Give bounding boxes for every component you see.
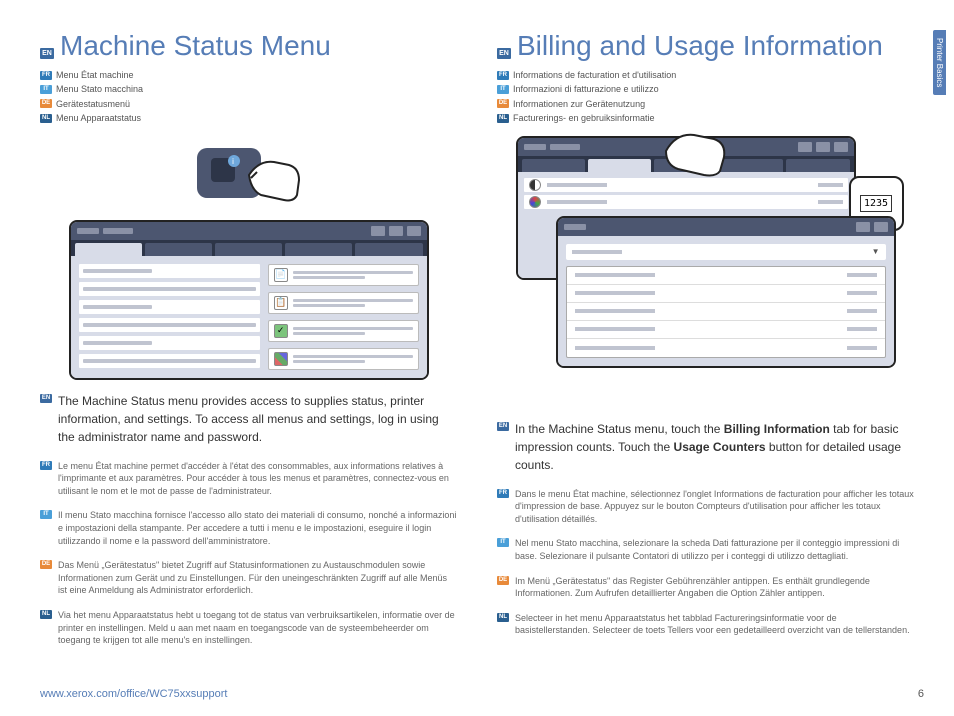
right-subtitles: FRInformations de facturation et d'utili… (497, 68, 914, 126)
left-title: EN Machine Status Menu (40, 30, 457, 62)
color-grid-icon (274, 352, 288, 366)
right-trans-fr: Dans le menu État machine, sélectionnez … (515, 488, 914, 526)
hand-pressing-icon: i (189, 140, 309, 210)
list-icon: 📋 (274, 296, 288, 310)
svg-text:i: i (232, 157, 234, 166)
left-trans-it: Il menu Stato macchina fornisce l'access… (58, 509, 457, 547)
machine-status-screen-mock: 📄 📋 ✓ (69, 220, 429, 380)
right-trans-it: Nel menu Stato macchina, selezionare la … (515, 537, 914, 562)
right-trans-nl: Selecteer in het menu Apparaatstatus het… (515, 612, 914, 637)
paper-icon: 📄 (274, 268, 288, 282)
lang-tag-en: EN (40, 48, 54, 59)
usage-counters-label: Usage Counters (674, 440, 766, 454)
lang-tag-de: DE (40, 99, 52, 108)
left-trans-fr: Le menu État machine permet d'accéder à … (58, 460, 457, 498)
left-trans-nl: Via het menu Apparaatstatus hebt u toega… (58, 609, 457, 647)
right-body-en: EN In the Machine Status menu, touch the… (497, 420, 914, 474)
page-number: 6 (918, 688, 924, 700)
section-tab: Printer Basics (933, 30, 946, 95)
lang-tag-en: EN (497, 48, 511, 59)
bw-icon (529, 179, 541, 191)
right-trans-de: Im Menü „Gerätestatus" das Register Gebü… (515, 575, 914, 600)
left-body-en: EN The Machine Status menu provides acce… (40, 392, 457, 446)
billing-screen-mock: 1235 ▼ (516, 136, 896, 280)
chevron-down-icon: ▼ (872, 247, 880, 256)
right-title: EN Billing and Usage Information (497, 30, 914, 62)
checkmark-icon: ✓ (274, 324, 288, 338)
button-press-illustration: i (40, 140, 457, 210)
color-icon (529, 196, 541, 208)
lang-tag-nl: NL (40, 114, 52, 123)
counter-digits: 1235 (860, 195, 892, 212)
left-column: EN Machine Status Menu FRMenu État machi… (40, 30, 457, 696)
lang-tag-en: EN (40, 394, 52, 403)
hand-touch-icon (646, 121, 746, 181)
left-title-text: Machine Status Menu (60, 30, 331, 62)
dropdown-mock: ▼ (566, 244, 886, 260)
lang-tag-it: IT (40, 85, 52, 94)
billing-info-label: Billing Information (724, 422, 830, 436)
left-trans-de: Das Menü „Gerätestatus" bietet Zugriff a… (58, 559, 457, 597)
lang-tag-fr: FR (40, 71, 52, 80)
left-subtitles: FRMenu État machine ITMenu Stato macchin… (40, 68, 457, 126)
right-column: EN Billing and Usage Information FRInfor… (497, 30, 914, 696)
right-title-text: Billing and Usage Information (517, 30, 883, 62)
footer-url: www.xerox.com/office/WC75xxsupport (40, 688, 227, 700)
